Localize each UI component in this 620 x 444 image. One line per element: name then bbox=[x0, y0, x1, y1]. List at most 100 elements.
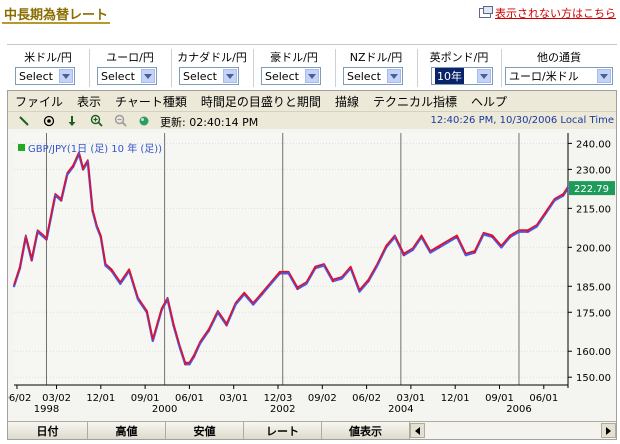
currency-label: 豪ドル/円 bbox=[270, 51, 318, 64]
draw-line-icon[interactable] bbox=[16, 113, 32, 128]
gbpjpy-price-chart[interactable]: 150.00 160.00 175.00 185.00 200.00 215.00 230.… bbox=[8, 129, 616, 421]
reset-view-icon[interactable] bbox=[136, 113, 152, 128]
price-point bbox=[429, 251, 432, 254]
popup-fallback-link[interactable]: 表示されない方はこちら bbox=[479, 5, 616, 21]
x-tick-label: 12/01 bbox=[441, 393, 470, 404]
data-tabs-bar: 日付 高値 安値 レート 値表示 bbox=[8, 421, 616, 439]
price-point bbox=[367, 279, 370, 283]
chevron-down-icon bbox=[305, 69, 319, 83]
price-point bbox=[66, 173, 69, 176]
zoom-in-icon[interactable] bbox=[88, 113, 104, 128]
price-point bbox=[252, 303, 255, 306]
download-arrow-icon[interactable] bbox=[64, 113, 80, 128]
tab-low[interactable]: 安値 bbox=[166, 422, 244, 439]
price-point bbox=[71, 165, 75, 168]
tab-high[interactable]: 高値 bbox=[88, 422, 166, 439]
popup-link-label: 表示されない方はこちら bbox=[495, 7, 616, 20]
currency-label: 他の通貨 bbox=[537, 51, 581, 64]
x-year-label: 2002 bbox=[270, 404, 295, 415]
series-legend: GBP/JPY(1日 (足) 10 年 (足)) bbox=[18, 140, 162, 155]
price-point bbox=[99, 235, 102, 239]
price-point bbox=[18, 266, 22, 270]
crosshair-icon[interactable] bbox=[41, 113, 57, 128]
zoom-out-icon[interactable] bbox=[112, 113, 128, 128]
currency-cell-other: 他の通貨 ユーロ/米ドル bbox=[501, 45, 617, 91]
chart-plot-area[interactable]: 150.00 160.00 175.00 185.00 200.00 215.00 230.… bbox=[8, 129, 616, 421]
currency-cell-nzdjpy: NZドル/円 Select bbox=[335, 45, 417, 91]
currency-select-gbpjpy[interactable]: 10年 bbox=[431, 67, 493, 85]
currency-cell-cadjpy: カナダドル/円 Select bbox=[171, 45, 253, 91]
currency-selector-strip: 米ドル/円 Select ユーロ/円 Select カナダドル/円 Select… bbox=[7, 44, 617, 90]
y-tick-label: 160.00 bbox=[576, 347, 611, 358]
page-title: 中長期為替レート bbox=[4, 8, 109, 23]
currency-select-usdjpy[interactable]: Select bbox=[15, 67, 75, 85]
y-tick-label: 150.00 bbox=[576, 373, 611, 384]
price-point bbox=[287, 272, 290, 275]
last-price-label: 222.79 bbox=[574, 184, 609, 195]
tab-rate[interactable]: レート bbox=[244, 422, 322, 439]
scroll-right-icon[interactable] bbox=[601, 423, 616, 438]
price-point bbox=[322, 264, 326, 267]
price-point bbox=[526, 230, 529, 233]
price-point bbox=[160, 308, 163, 311]
menu-help[interactable]: ヘルプ bbox=[464, 93, 514, 110]
currency-cell-gbpjpy: 英ポンド/円 10年 bbox=[417, 45, 501, 91]
price-point bbox=[517, 230, 521, 233]
x-tick-label: 09/01 bbox=[131, 393, 160, 404]
select-value: Select bbox=[183, 69, 217, 83]
chevron-down-icon bbox=[141, 69, 155, 83]
menu-view[interactable]: 表示 bbox=[70, 93, 108, 110]
price-point bbox=[166, 298, 169, 301]
x-tick-label: 06/01 bbox=[175, 393, 204, 404]
price-point bbox=[234, 303, 237, 306]
price-point bbox=[128, 269, 131, 272]
horizontal-scrollbar[interactable] bbox=[410, 422, 616, 439]
chevron-down-icon bbox=[597, 69, 611, 83]
x-tick-label: 06/01 bbox=[529, 393, 558, 404]
menu-file[interactable]: ファイル bbox=[8, 93, 70, 110]
price-point bbox=[447, 241, 450, 244]
y-tick-label: 240.00 bbox=[576, 139, 611, 150]
select-value: Select bbox=[347, 69, 381, 83]
currency-select-eurjpy[interactable]: Select bbox=[97, 67, 157, 85]
price-point bbox=[188, 363, 191, 366]
price-point bbox=[384, 246, 388, 249]
tab-date[interactable]: 日付 bbox=[8, 422, 88, 439]
x-tick-label: 03/02 bbox=[42, 393, 71, 404]
currency-select-other[interactable]: ユーロ/米ドル bbox=[505, 67, 613, 85]
price-point bbox=[172, 324, 175, 327]
x-year-label: 2006 bbox=[506, 404, 531, 415]
menu-chart-type[interactable]: チャート種類 bbox=[108, 93, 194, 110]
price-point bbox=[178, 344, 181, 348]
chevron-down-icon bbox=[477, 69, 491, 83]
chart-applet: ファイル 表示 チャート種類 時間足の目盛りと期間 描線 テクニカル指標 ヘルプ… bbox=[7, 90, 617, 440]
currency-select-audjpy[interactable]: Select bbox=[261, 67, 321, 85]
select-value: Select bbox=[265, 69, 299, 83]
update-timestamp: 更新: 02:40:14 PM bbox=[160, 116, 259, 129]
y-tick-label: 175.00 bbox=[576, 308, 611, 319]
currency-select-nzdjpy[interactable]: Select bbox=[343, 67, 403, 85]
price-point bbox=[60, 199, 63, 202]
price-point bbox=[438, 246, 441, 249]
menu-drawing[interactable]: 描線 bbox=[328, 93, 366, 110]
price-point bbox=[198, 342, 202, 345]
menu-indicators[interactable]: テクニカル指標 bbox=[366, 93, 464, 110]
price-point bbox=[491, 235, 494, 239]
price-point bbox=[420, 235, 423, 239]
tab-show-values[interactable]: 値表示 bbox=[322, 422, 410, 439]
y-tick-label: 200.00 bbox=[576, 243, 611, 254]
menu-timeframe[interactable]: 時間足の目盛りと期間 bbox=[194, 93, 328, 110]
x-tick-label: 06/02 bbox=[8, 393, 31, 404]
price-point bbox=[193, 355, 196, 358]
currency-cell-audjpy: 豪ドル/円 Select bbox=[253, 45, 335, 91]
price-point bbox=[145, 311, 148, 314]
x-tick-label: 03/01 bbox=[396, 393, 425, 404]
price-point bbox=[86, 160, 89, 163]
currency-select-cadjpy[interactable]: Select bbox=[179, 67, 239, 85]
price-point bbox=[119, 282, 122, 285]
y-tick-label: 185.00 bbox=[576, 282, 611, 293]
scroll-left-icon[interactable] bbox=[410, 423, 425, 438]
x-tick-label: 09/01 bbox=[485, 393, 514, 404]
price-point bbox=[269, 282, 273, 285]
legend-swatch bbox=[18, 144, 25, 151]
